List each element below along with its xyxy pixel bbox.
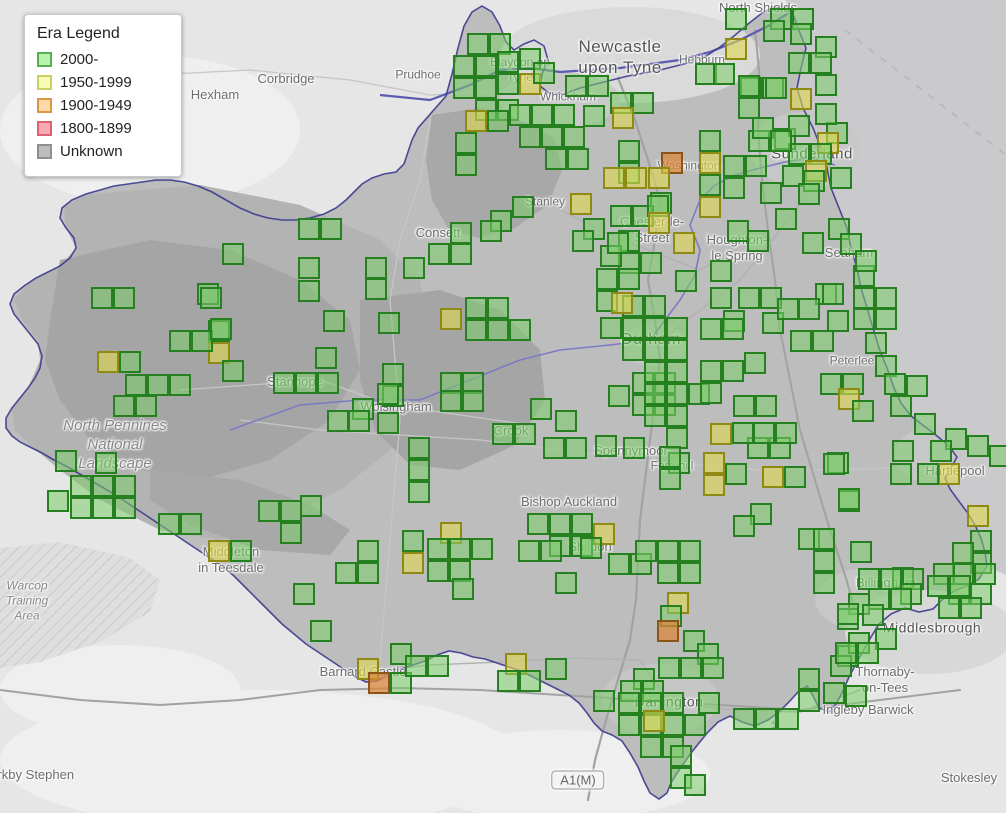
legend-row: 1950-1999 xyxy=(37,74,167,91)
legend-row: 1800-1899 xyxy=(37,120,167,137)
legend-title: Era Legend xyxy=(37,25,120,42)
legend-label: 1900-1949 xyxy=(60,97,132,114)
legend-swatch-icon xyxy=(37,144,52,159)
legend-label: 1800-1899 xyxy=(60,120,132,137)
legend-row: 2000- xyxy=(37,51,167,68)
legend-swatch-icon xyxy=(37,121,52,136)
legend-label: 1950-1999 xyxy=(60,74,132,91)
legend-swatch-icon xyxy=(37,75,52,90)
legend-row: 1900-1949 xyxy=(37,97,167,114)
legend-row: Unknown xyxy=(37,143,167,160)
era-legend: Era Legend 2000- 1950-1999 1900-1949 1800-1… xyxy=(24,14,182,177)
legend-swatch-icon xyxy=(37,98,52,113)
road-shield-a1m: A1(M) xyxy=(551,770,605,790)
legend-label: 2000- xyxy=(60,51,99,68)
map-app: Newcastle upon Tyne Sunderland Durham Middl… xyxy=(0,0,1006,813)
legend-label: Unknown xyxy=(60,143,123,160)
legend-items: 2000- 1950-1999 1900-1949 1800-1899 Unknown xyxy=(37,51,167,160)
legend-swatch-icon xyxy=(37,52,52,67)
